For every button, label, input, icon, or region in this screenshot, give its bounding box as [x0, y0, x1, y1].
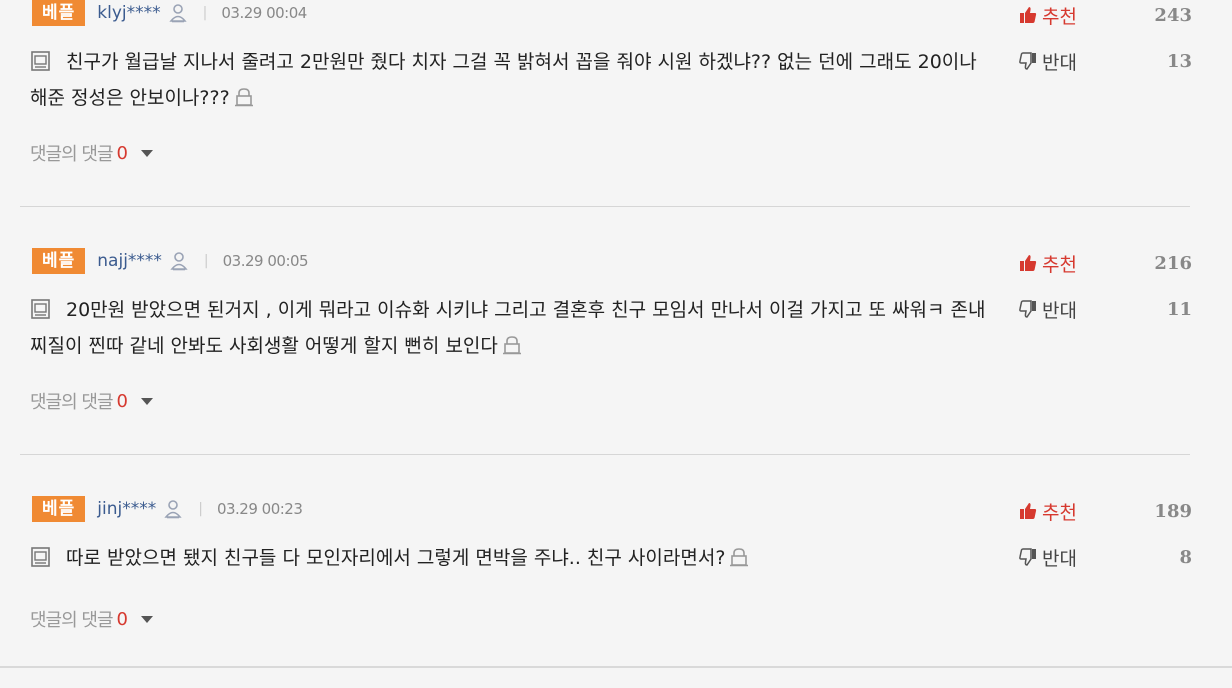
comment-list: 베플 klyj**** | 03.29 00:04 추천 243 반대 13 친…: [0, 0, 1232, 688]
lock-icon[interactable]: [502, 335, 522, 355]
upvote-label: 추천: [1042, 501, 1077, 524]
divider: [20, 206, 1190, 207]
downvote-button[interactable]: 반대 8: [1018, 544, 1192, 570]
best-badge: 베플: [32, 248, 86, 274]
user-icon[interactable]: [169, 3, 187, 23]
upvote-button[interactable]: 추천 189: [1018, 498, 1192, 524]
downvote-label: 반대: [1042, 51, 1077, 74]
comment-body: 친구가 월급날 지나서 줄려고 2만원만 줬다 치자 그걸 꼭 밝혀서 꼽을 줘…: [30, 44, 996, 116]
upvote-button[interactable]: 추천 216: [1018, 250, 1192, 276]
reply-count: 0: [116, 608, 128, 630]
comment-meta: 베플 jinj**** | 03.29 00:23: [32, 496, 303, 522]
separator: |: [203, 253, 209, 269]
caret-down-icon: [140, 616, 153, 623]
separator: |: [202, 5, 208, 21]
comment-date: 03.29 00:05: [222, 252, 309, 270]
thumbs-down-icon: [1019, 548, 1036, 566]
caret-down-icon: [140, 150, 153, 157]
upvote-label: 추천: [1042, 5, 1077, 28]
downvote-count: 11: [1166, 298, 1192, 320]
upvote-button[interactable]: 추천 243: [1018, 2, 1192, 28]
comment-date: 03.29 00:04: [221, 4, 307, 22]
upvote-count: 243: [1154, 4, 1192, 26]
caret-down-icon: [140, 398, 153, 405]
separator: |: [198, 501, 203, 517]
thumbs-up-icon: [1020, 255, 1037, 271]
upvote-label: 추천: [1042, 253, 1077, 276]
lock-icon[interactable]: [234, 87, 254, 107]
downvote-count: 13: [1166, 50, 1192, 72]
upvote-count: 216: [1154, 252, 1192, 274]
user-icon[interactable]: [170, 251, 188, 271]
lock-icon[interactable]: [729, 547, 749, 567]
comment-body: 20만원 받았으면 된거지 , 이게 뭐라고 이슈화 시키냐 그리고 결혼후 친…: [30, 292, 996, 364]
thumbs-up-icon: [1020, 503, 1037, 519]
username[interactable]: klyj****: [97, 3, 160, 23]
upvote-count: 189: [1154, 500, 1192, 522]
reply-label: 댓글의 댓글: [30, 392, 114, 413]
downvote-button[interactable]: 반대 13: [1018, 48, 1192, 74]
thumbs-up-icon: [1020, 7, 1037, 23]
reply-toggle[interactable]: 댓글의 댓글 0: [30, 606, 154, 632]
comment-meta: 베플 najj**** | 03.29 00:05: [32, 248, 309, 274]
reply-label: 댓글의 댓글: [30, 610, 114, 631]
comment-body: 따로 받았으면 됐지 친구들 다 모인자리에서 그렇게 면박을 주냐.. 친구 …: [30, 540, 996, 576]
document-icon: [31, 547, 50, 567]
comment-text: 친구가 월급날 지나서 줄려고 2만원만 줬다 치자 그걸 꼭 밝혀서 꼽을 줘…: [30, 51, 977, 109]
comment-meta: 베플 klyj**** | 03.29 00:04: [32, 0, 307, 26]
comment-date: 03.29 00:23: [216, 500, 303, 518]
username[interactable]: jinj****: [97, 499, 156, 519]
document-icon: [31, 299, 50, 319]
reply-toggle[interactable]: 댓글의 댓글 0: [30, 140, 154, 166]
reply-count: 0: [116, 142, 128, 164]
divider: [20, 454, 1190, 455]
reply-toggle[interactable]: 댓글의 댓글 0: [30, 388, 154, 414]
best-badge: 베플: [32, 496, 86, 522]
username[interactable]: najj****: [97, 251, 162, 271]
bottom-divider: [0, 666, 1232, 668]
thumbs-down-icon: [1019, 300, 1036, 318]
comment-text: 따로 받았으면 됐지 친구들 다 모인자리에서 그렇게 면박을 주냐.. 친구 …: [66, 547, 726, 569]
downvote-label: 반대: [1042, 299, 1077, 322]
document-icon: [31, 51, 50, 71]
reply-count: 0: [116, 390, 128, 412]
downvote-count: 8: [1179, 546, 1192, 568]
thumbs-down-icon: [1019, 52, 1036, 70]
downvote-label: 반대: [1042, 547, 1077, 570]
downvote-button[interactable]: 반대 11: [1018, 296, 1192, 322]
best-badge: 베플: [32, 0, 86, 26]
reply-label: 댓글의 댓글: [30, 144, 114, 165]
user-icon[interactable]: [164, 499, 182, 519]
